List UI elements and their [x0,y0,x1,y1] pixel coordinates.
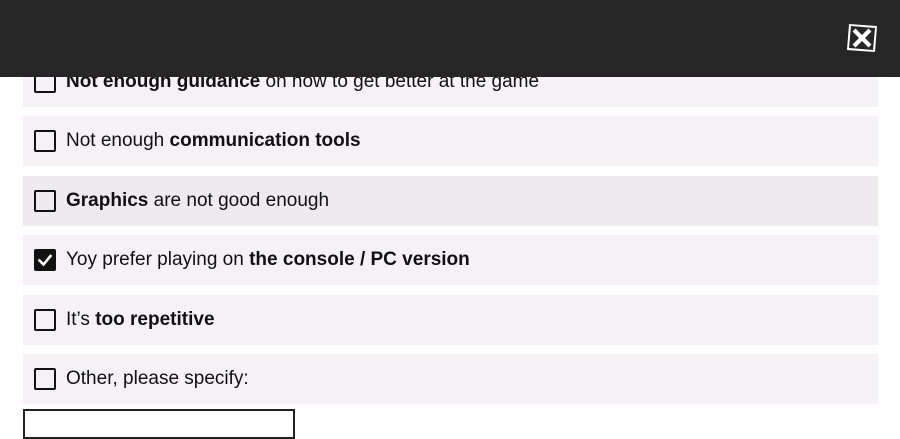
option-graphics[interactable]: Graphics are not good enough [23,176,878,226]
option-other[interactable]: Other, please specify: [23,354,878,404]
option-communication-tools[interactable]: Not enough communication tools [23,116,878,166]
option-label-bold: too repetitive [95,309,215,330]
option-console-pc-version[interactable]: Yoy prefer playing on the console / PC v… [23,235,878,285]
option-label-text: are not good enough [148,190,330,211]
option-label: Yoy prefer playing on the console / PC v… [66,235,470,285]
option-label-text: Not enough [66,130,170,151]
close-button[interactable] [846,23,878,53]
checkbox[interactable] [34,190,56,212]
option-label-text: It’s [66,309,96,330]
option-label-bold: communication tools [169,130,361,151]
option-label: Not enough communication tools [66,116,361,166]
checkbox[interactable] [34,368,56,390]
option-label-text: Other, please specify: [66,368,249,389]
option-label-bold: the console / PC version [249,249,470,270]
option-label: Graphics are not good enough [66,176,329,226]
option-too-repetitive[interactable]: It’s too repetitive [23,295,878,345]
checkbox[interactable] [34,130,56,152]
checkmark-icon [37,254,53,267]
close-icon [847,24,877,52]
checkbox[interactable] [34,249,56,271]
other-specify-input[interactable] [23,409,295,439]
option-label-text: Yoy prefer playing on [66,249,250,270]
option-label: It’s too repetitive [66,295,215,345]
option-label-bold: Graphics [66,190,149,211]
modal-header [0,0,900,77]
option-label: Other, please specify: [66,354,249,404]
checkbox[interactable] [34,309,56,331]
